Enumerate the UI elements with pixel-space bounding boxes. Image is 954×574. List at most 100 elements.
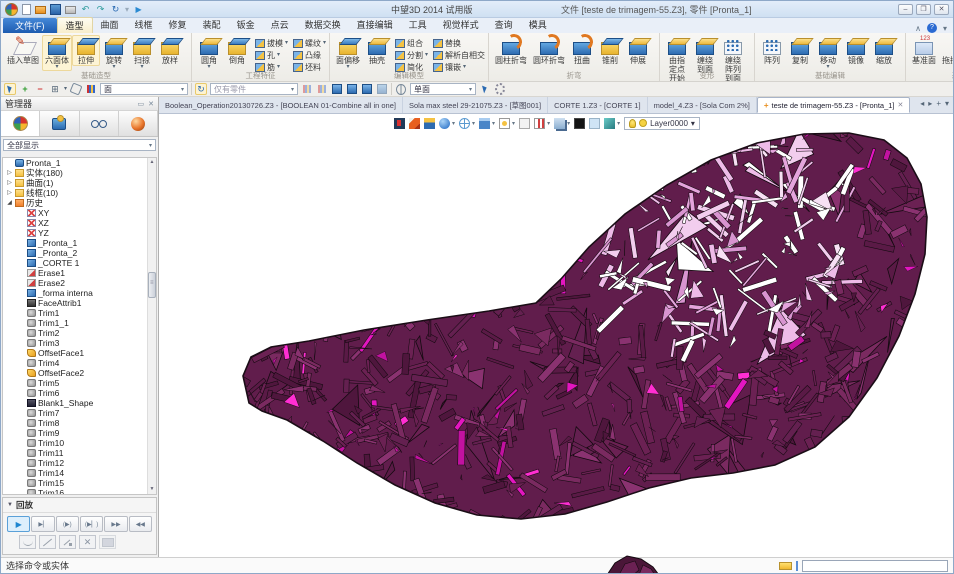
multi-view-icon[interactable]: [554, 118, 565, 129]
tab-session-icon[interactable]: [119, 111, 158, 136]
entity-filter-select[interactable]: 面▾: [100, 83, 188, 95]
ribbon-button[interactable]: 圆柱折弯: [492, 35, 530, 66]
close-button[interactable]: [934, 4, 949, 15]
ribbon-button[interactable]: 阵列: [758, 35, 786, 66]
layer-bulb-icon[interactable]: [629, 119, 636, 128]
undo-icon[interactable]: [80, 4, 91, 15]
window-pick-icon[interactable]: [49, 83, 61, 95]
background-blue-swatch[interactable]: [589, 118, 600, 129]
playback-button[interactable]: ▶▏: [31, 516, 54, 532]
line-tool-icon[interactable]: [39, 535, 56, 549]
scroll-thumb[interactable]: [148, 272, 156, 298]
ribbon-small-button[interactable]: 组合: [395, 37, 428, 49]
tree-row[interactable]: Blank1_Shape: [3, 398, 156, 408]
tree-row[interactable]: _Pronta_1: [3, 238, 156, 248]
layer-color-icon[interactable]: [639, 119, 647, 127]
help-dropdown-icon[interactable]: ▾: [943, 24, 947, 33]
ribbon-tab[interactable]: 模具: [521, 17, 555, 33]
expander-icon[interactable]: ▷: [6, 188, 13, 198]
play-icon[interactable]: [133, 4, 144, 15]
tree-row[interactable]: Erase2: [3, 278, 156, 288]
playback-button[interactable]: ▶▶: [104, 516, 127, 532]
polygon-pick-icon[interactable]: [70, 83, 82, 95]
scroll-up-icon[interactable]: ▲: [148, 158, 156, 167]
curve-tool-icon[interactable]: [19, 535, 36, 549]
tree-row[interactable]: Trim2: [3, 328, 156, 338]
playback-button[interactable]: (▶): [56, 516, 79, 532]
document-tab[interactable]: Sola max steel 29-21075.Z3 - [草图001]: [403, 97, 548, 113]
ribbon-tab[interactable]: 数据交换: [297, 17, 349, 33]
collapse-ribbon-icon[interactable]: ∧: [915, 24, 921, 33]
minimize-button[interactable]: [898, 4, 913, 15]
ribbon-button[interactable]: 面偏移 ▾: [333, 35, 363, 71]
viewport[interactable]: ▾ ▾ ▾ ▾ ▾ ▾ ▾ Layer0000 ▾: [159, 114, 953, 557]
ribbon-tab[interactable]: 造型: [57, 17, 93, 33]
ribbon-button[interactable]: 缠绕到面: [691, 35, 719, 75]
display-filter-select[interactable]: 全部显示▾: [3, 139, 156, 151]
unfold-view-icon[interactable]: [424, 118, 435, 129]
file-menu-tab[interactable]: 文件(F): [3, 18, 57, 33]
dropdown-arrow-icon[interactable]: ▾: [64, 87, 67, 92]
document-tab[interactable]: model_4.Z3 - [Sola Com 2%]: [648, 97, 757, 113]
help-icon[interactable]: ?: [927, 23, 937, 33]
add-pick-icon[interactable]: [19, 83, 31, 95]
restore-button[interactable]: [916, 4, 931, 15]
ribbon-button[interactable]: 缩放: [870, 35, 898, 66]
playback-button[interactable]: (▶▏): [80, 516, 103, 532]
part-scope-select[interactable]: 仅有零件▾: [210, 83, 298, 95]
tab-nav-right-icon[interactable]: ▸: [928, 99, 932, 108]
tree-row[interactable]: Trim16: [3, 488, 156, 495]
selection-filter-icon[interactable]: [779, 562, 792, 570]
ribbon-button[interactable]: 扫掠 ▾: [128, 35, 156, 71]
ribbon-button[interactable]: 放样: [156, 35, 184, 66]
tree-row[interactable]: Trim8: [3, 418, 156, 428]
ribbon-button[interactable]: 基准面: [909, 35, 939, 66]
ribbon-small-button[interactable]: 解析自相交: [433, 49, 485, 61]
document-tab[interactable]: Boolean_Operation20130726.Z3 - [BOOLEAN …: [159, 97, 403, 113]
open-file-icon[interactable]: [35, 6, 46, 14]
paste-icon[interactable]: [376, 83, 388, 95]
tab-menu-icon[interactable]: ▾: [945, 99, 949, 108]
ribbon-button[interactable]: 抽壳: [363, 35, 391, 66]
tree-row[interactable]: Trim1: [3, 308, 156, 318]
face-display-icon[interactable]: [479, 118, 490, 129]
ribbon-tab[interactable]: 直接编辑: [349, 17, 401, 33]
ribbon-button[interactable]: 伸展: [624, 35, 652, 66]
tree-row[interactable]: OffsetFace1: [3, 348, 156, 358]
ribbon-small-button[interactable]: 凸缘: [293, 49, 326, 61]
section-view-icon[interactable]: [534, 118, 545, 129]
tab-assembly-icon[interactable]: [40, 111, 79, 136]
ribbon-button[interactable]: 拖拽基准面: [939, 35, 953, 66]
background-black-swatch[interactable]: [574, 118, 585, 129]
tree-row[interactable]: Erase1: [3, 268, 156, 278]
ribbon-small-button[interactable]: 分割 ▾: [395, 49, 428, 61]
ribbon-tab[interactable]: 曲面: [93, 17, 127, 33]
shade-mode-icon[interactable]: [439, 118, 450, 129]
scroll-down-icon[interactable]: ▼: [148, 485, 156, 494]
print-icon[interactable]: [65, 6, 76, 14]
expander-icon[interactable]: ▷: [6, 168, 13, 178]
tree-row[interactable]: Trim7: [3, 408, 156, 418]
ribbon-button[interactable]: 锥削: [596, 35, 624, 66]
remove-pick-icon[interactable]: [34, 83, 46, 95]
model-3d-view[interactable]: [159, 114, 953, 557]
ribbon-tab[interactable]: 工具: [401, 17, 435, 33]
stack-top-icon[interactable]: [331, 83, 343, 95]
ribbon-tab[interactable]: 修复: [161, 17, 195, 33]
pick-cursor-icon[interactable]: [4, 83, 16, 95]
ribbon-small-button[interactable]: 替换: [433, 37, 485, 49]
ribbon-button[interactable]: 复制: [786, 35, 814, 66]
expander-icon[interactable]: ◢: [6, 198, 13, 208]
quick-render-icon[interactable]: [604, 118, 615, 129]
ribbon-tab[interactable]: 点云: [263, 17, 297, 33]
qat-dropdown-icon[interactable]: ▾: [125, 5, 129, 14]
pin-icon[interactable]: ▭: [138, 100, 145, 108]
tree-row[interactable]: FaceAttrib1: [3, 298, 156, 308]
tree-row[interactable]: _forma interna: [3, 288, 156, 298]
tree-row[interactable]: Trim1_1: [3, 318, 156, 328]
options-gear-icon[interactable]: [494, 83, 506, 95]
playback-button[interactable]: ◀◀: [129, 516, 152, 532]
ribbon-button[interactable]: 圆角 ▾: [195, 35, 223, 71]
ribbon-button[interactable]: 拉伸: [72, 35, 100, 66]
point-display-icon[interactable]: [519, 118, 530, 129]
